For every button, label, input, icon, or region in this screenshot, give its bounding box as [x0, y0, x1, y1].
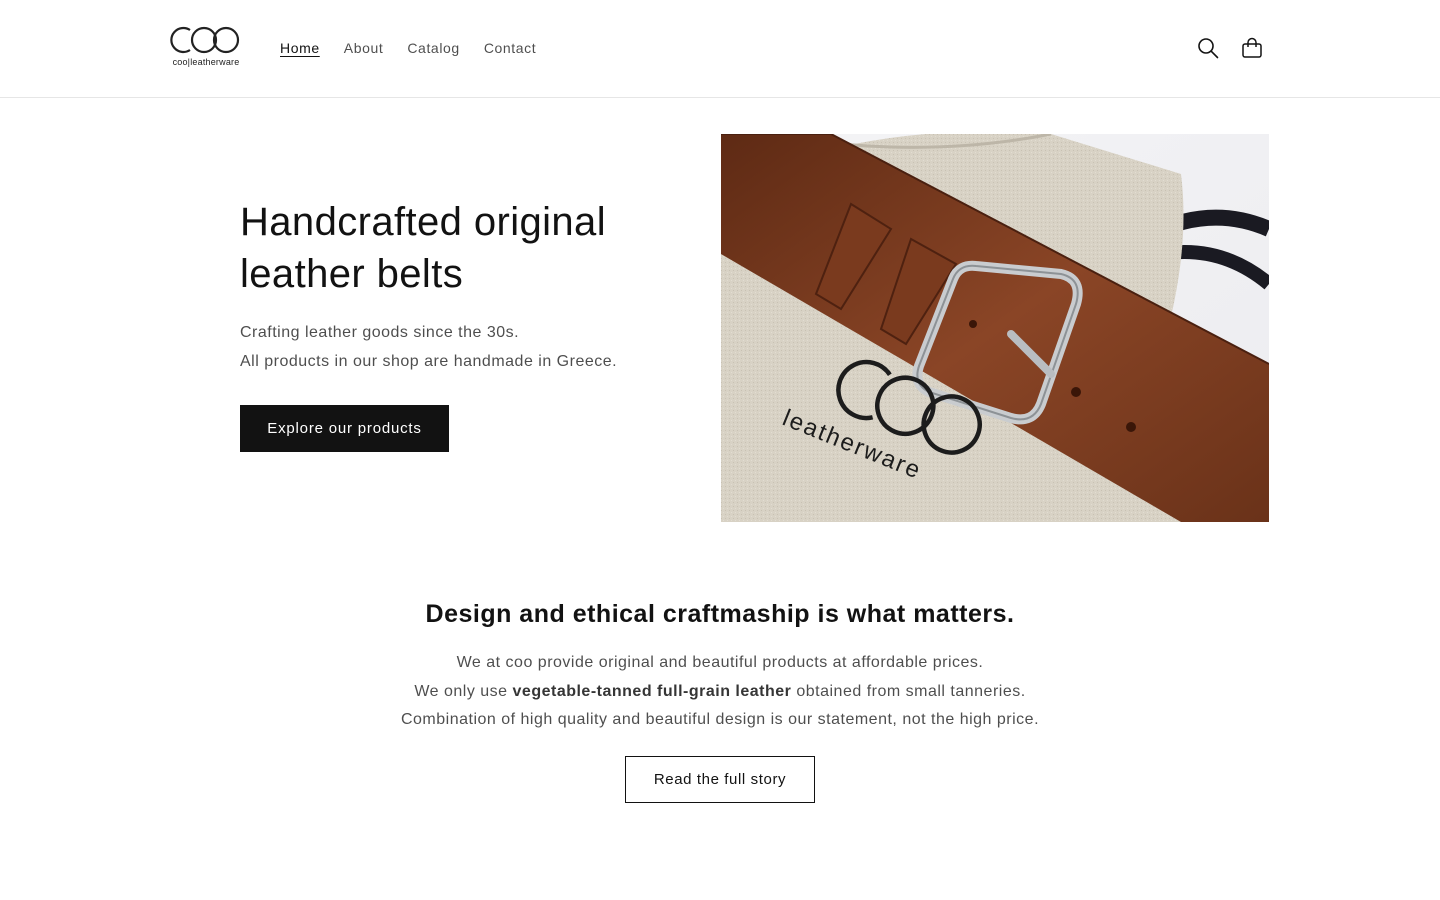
story-line: We at coo provide original and beautiful… — [456, 654, 984, 671]
nav-about[interactable]: About — [332, 37, 396, 59]
search-button[interactable] — [1190, 30, 1226, 66]
logo-mark-icon — [170, 26, 240, 54]
main-nav: Home About Catalog Contact — [268, 37, 548, 59]
story-title: Design and ethical craftmaship is what m… — [425, 600, 1015, 628]
read-story-button[interactable]: Read the full story — [625, 756, 815, 803]
nav-catalog[interactable]: Catalog — [395, 37, 471, 59]
hero-title: Handcrafted original leather belts — [240, 200, 606, 296]
hero-subtitle: Crafting leather goods since the 30s. Al… — [240, 318, 660, 376]
cart-button[interactable] — [1234, 30, 1270, 66]
story-text: We at coo provide original and beautiful… — [0, 649, 1440, 735]
nav-contact[interactable]: Contact — [472, 37, 548, 59]
hero-subtitle-line: Crafting leather goods since the 30s. — [240, 324, 520, 341]
logo-text: coo|leatherware — [172, 57, 240, 67]
story-line-post: obtained from small tanneries. — [791, 682, 1026, 700]
site-header: coo|leatherware Home About Catalog Conta… — [0, 0, 1440, 98]
story-line-bold: vegetable-tanned full-grain leather — [512, 682, 792, 700]
story-line: We only use vegetable-tanned full-grain … — [0, 678, 1440, 707]
nav-home[interactable]: Home — [268, 37, 332, 59]
logo[interactable]: coo|leatherware — [168, 24, 244, 72]
hero-image-belt: leatherware — [721, 134, 1269, 522]
story-line-pre: We only use — [414, 682, 513, 700]
belt-photo: leatherware — [721, 134, 1269, 522]
cart-icon — [1242, 37, 1262, 58]
search-icon — [1198, 38, 1219, 59]
story-line: Combination of high quality and beautifu… — [400, 711, 1040, 728]
hero-subtitle-line: All products in our shop are handmade in… — [240, 353, 618, 370]
explore-products-button[interactable]: Explore our products — [240, 405, 449, 452]
